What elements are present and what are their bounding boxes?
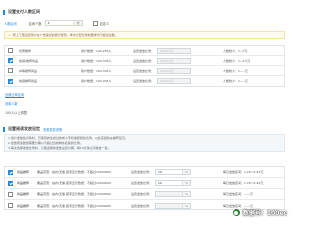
row-limit: 人数较少：1~~元 <box>223 68 248 73</box>
wechat-logo-icon <box>231 208 241 217</box>
row-range: 用户数量：100-305人 <box>81 79 112 83</box>
section-title: 设置阅读发放设定 <box>8 126 40 131</box>
info-line: 3.每次选择发放比例时，只能选择的发放设置分期，每10分钟之间发放一批。 <box>8 146 111 150</box>
row-name: 商品推荐 <box>17 203 30 208</box>
ratio-label: 设置发放比例： <box>133 79 155 83</box>
row-name: 优惠推荐 <box>19 48 32 53</box>
row-limit: 人数较少：1~5元 <box>223 48 248 53</box>
help-link[interactable]: 查看发放说明 <box>43 127 62 132</box>
notice-text: 按上下限设置用户在广告渠道的展示规则，单次分配比例的要求均不超出总数。 <box>12 33 118 37</box>
ratio-label: 设置发放比例： <box>133 58 155 63</box>
row-checkbox[interactable] <box>8 180 13 186</box>
ratio-input[interactable]: % <box>155 202 191 209</box>
row-limit: 每日发放区间：——元 <box>223 203 254 208</box>
row-limit: 每日发放区间：1.20～2.42元 <box>223 170 264 174</box>
row-limit: 人数较少：1~2.5元 <box>223 58 251 63</box>
table-row: 商品推荐 覆盖范围：站内/无偏 距离显示数量：不超过10000000 设置发放比… <box>5 178 284 189</box>
range-count-input[interactable]: 3 档 <box>44 20 83 26</box>
ratio-label: 设置发放比例： <box>133 68 155 73</box>
row-checkbox[interactable] <box>8 203 13 208</box>
row-desc: 覆盖范围：站内/无偏 距离显示数量：不超过10000000 <box>37 203 112 208</box>
row-name: 商品推荐 <box>17 181 30 185</box>
custom-label: 自定义 <box>99 21 110 26</box>
ratio-input[interactable]: 10 % <box>155 169 191 175</box>
footer-title: 设置人数 <box>5 102 18 106</box>
watermark: 数据号：100ec <box>231 208 287 217</box>
range-row: 人数区间 区间个数 3 档 自定义 <box>4 20 109 26</box>
section-header-people: 设置支付人数区间 <box>3 9 40 15</box>
ratio-label: 设置发放比例： <box>131 203 153 208</box>
footer-value: 100人以上调整 <box>5 111 28 115</box>
table-row: 商品推荐 覆盖范围：站内/无偏 距离显示数量：不超过10000000 设置发放比… <box>5 189 284 200</box>
watermark-text: 数据号：100ec <box>242 210 287 217</box>
row-name: 商品推荐 <box>17 192 30 196</box>
table-row: 优惠推荐 用户数量：100-255人 设置发放比例： 0000.0元 人数较少：… <box>5 46 284 56</box>
row-range: 用户数量：100-305人 <box>81 58 112 63</box>
ratio-label: 设置发放比例： <box>131 170 153 174</box>
row-limit: 人数较少：1~~元 <box>223 79 248 83</box>
row-name: 热销/推荐商品 <box>19 58 39 63</box>
row-name: 热销推荐商品 <box>19 79 38 83</box>
notice-bar: ⚠ 按上下限设置用户在广告渠道的展示规则，单次分配比例的要求均不超出总数。 <box>4 31 285 39</box>
row-checkbox[interactable] <box>8 169 13 175</box>
mode-label: 人数区间 <box>4 21 17 26</box>
row-limit: 每日发放区间：1.20～2.42元 <box>223 181 264 185</box>
row-checkbox[interactable] <box>8 48 13 53</box>
ratio-label: 设置发放比例： <box>131 192 153 196</box>
ratio-input[interactable]: 0000.0元 <box>157 57 191 64</box>
info-box: 1.用户发放给对象时，已使用的生成过的成人手机或视频的比例，以此来避免在推荐显示… <box>4 134 285 152</box>
row-limit: 每日发放区间：——元 <box>223 192 254 196</box>
distribution-table: 商品推荐 覆盖范围：站内/无偏 距离显示数量：不超过10000000 设置发放比… <box>4 166 285 210</box>
row-checkbox[interactable] <box>8 58 13 63</box>
custom-checkbox[interactable] <box>92 20 98 26</box>
row-range: 用户数量：100-255人 <box>81 48 112 53</box>
ratio-input[interactable]: 10 % <box>155 180 191 186</box>
row-checkbox[interactable] <box>8 191 13 197</box>
ratio-input[interactable]: 0000.0元 <box>157 47 191 54</box>
ratio-label: 设置发放比例： <box>133 48 155 53</box>
range-label: 区间个数 <box>28 21 42 26</box>
row-checkbox[interactable] <box>8 78 13 84</box>
row-name: 商品推荐 <box>17 170 30 174</box>
row-checkbox[interactable] <box>8 68 13 73</box>
warning-icon: ⚠ <box>8 33 11 37</box>
people-range-table: 优惠推荐 用户数量：100-255人 设置发放比例： 0000.0元 人数较少：… <box>4 45 285 87</box>
row-name: 中等推荐商品 <box>19 68 38 73</box>
row-desc: 覆盖范围：站内/无偏 距离显示数量：不超过10000000 <box>37 192 112 196</box>
section-header-distribution: 设置阅读发放设定 查看发放说明 <box>3 126 62 132</box>
ratio-input[interactable]: % <box>155 191 191 197</box>
add-range-link[interactable]: 设置比率区间 <box>5 92 24 97</box>
table-row: 热销推荐商品 用户数量：100-305人 设置发放比例： 0000.0元 人数较… <box>5 76 284 86</box>
table-row: 热销/推荐商品 用户数量：100-305人 设置发放比例： 0000.0元 人数… <box>5 56 284 66</box>
ratio-label: 设置发放比例： <box>131 181 153 185</box>
row-range: 用户数量：100-305人 <box>81 68 112 73</box>
row-desc: 覆盖范围：站内/无偏 距离显示数量：不超过10000000 <box>37 170 112 174</box>
ratio-input[interactable]: 0000.0元 <box>157 67 191 74</box>
section-title: 设置支付人数区间 <box>8 9 40 14</box>
table-row: 中等推荐商品 用户数量：100-305人 设置发放比例： 0000.0元 人数较… <box>5 66 284 76</box>
ratio-input[interactable]: 0000.0元 <box>157 78 191 84</box>
table-row: 商品推荐 覆盖范围：站内/无偏 距离显示数量：不超过10000000 设置发放比… <box>5 167 284 178</box>
row-desc: 覆盖范围：站内/无偏 距离显示数量：不超过10000000 <box>37 181 112 185</box>
